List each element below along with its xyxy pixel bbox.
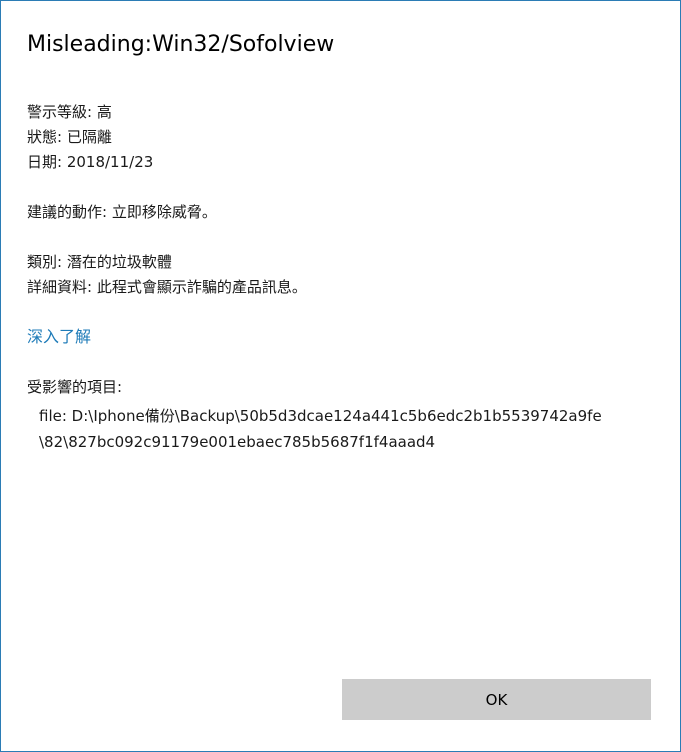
affected-item-path-line-2: \82\827bc092c91179e001ebaec785b5687f1f4a… xyxy=(39,433,436,451)
alert-level-text: 警示等級: 高 xyxy=(27,103,112,121)
affected-item-path-line-1: file: D:\Iphone備份\Backup\50b5d3dcae124a4… xyxy=(39,407,602,425)
recommended-action-text: 建議的動作: 立即移除威脅。 xyxy=(27,203,217,221)
details-text: 詳細資料: 此程式會顯示詐騙的產品訊息。 xyxy=(27,278,307,296)
affected-items-label: 受影響的項目: xyxy=(27,378,123,396)
learn-more-link[interactable]: 深入了解 xyxy=(27,325,91,349)
affected-items-list: file: D:\Iphone備份\Backup\50b5d3dcae124a4… xyxy=(39,403,650,455)
date-text: 日期: 2018/11/23 xyxy=(27,153,154,171)
status-text: 狀態: 已隔離 xyxy=(27,128,112,146)
category-text: 類別: 潛在的垃圾軟體 xyxy=(27,253,172,271)
ok-button[interactable]: OK xyxy=(342,679,651,720)
threat-details-dialog: Misleading:Win32/Sofolview 警示等級: 高 狀態: 已… xyxy=(0,0,681,752)
threat-name-title: Misleading:Win32/Sofolview xyxy=(27,32,335,57)
